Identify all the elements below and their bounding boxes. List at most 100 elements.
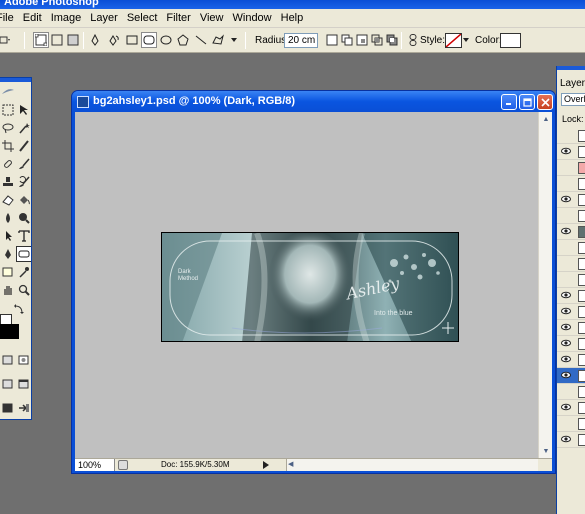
layer-visibility-eye-icon[interactable] — [561, 306, 571, 316]
layer-row[interactable] — [557, 224, 585, 240]
layer-visibility-eye-icon[interactable] — [561, 386, 571, 396]
freeform-pen-icon[interactable] — [106, 32, 122, 48]
color-swatch[interactable] — [500, 33, 521, 48]
eyedropper-tool-icon[interactable] — [16, 264, 31, 280]
style-dropdown-arrow-icon[interactable] — [463, 32, 469, 48]
layer-visibility-eye-icon[interactable] — [561, 370, 571, 380]
scroll-left-icon[interactable]: ◀ — [288, 460, 293, 468]
layers-tab[interactable]: Layers — [560, 78, 585, 89]
layer-row[interactable] — [557, 160, 585, 176]
layer-visibility-eye-icon[interactable] — [561, 274, 571, 284]
full-screen-mode-icon[interactable] — [0, 400, 16, 416]
layer-visibility-eye-icon[interactable] — [561, 178, 571, 188]
layer-row[interactable] — [557, 384, 585, 400]
scroll-down-icon[interactable]: ▼ — [540, 445, 552, 457]
horizontal-scrollbar[interactable]: ◀ — [286, 459, 538, 471]
pen-tool-palette-icon[interactable] — [0, 246, 16, 262]
menu-help[interactable]: Help — [281, 12, 304, 24]
exclude-shape-icon[interactable] — [384, 32, 400, 48]
layer-row[interactable] — [557, 432, 585, 448]
pen-tool-icon[interactable] — [87, 32, 103, 48]
layer-visibility-eye-icon[interactable] — [561, 242, 571, 252]
dodge-tool-icon[interactable] — [16, 210, 31, 226]
brush-tool-icon[interactable] — [16, 156, 31, 172]
layer-visibility-eye-icon[interactable] — [561, 258, 571, 268]
layer-row[interactable] — [557, 352, 585, 368]
rectangle-tool-icon[interactable] — [124, 32, 140, 48]
subtract-shape-icon[interactable] — [354, 32, 370, 48]
polygon-tool-icon[interactable] — [175, 32, 191, 48]
zoom-level-field[interactable]: 100% — [75, 459, 115, 471]
menu-select[interactable]: Select — [127, 12, 158, 24]
menu-image[interactable]: Image — [51, 12, 82, 24]
layer-visibility-eye-icon[interactable] — [561, 418, 571, 428]
scroll-up-icon[interactable]: ▲ — [540, 113, 552, 125]
radius-input[interactable]: 20 cm — [284, 33, 318, 48]
layer-row[interactable] — [557, 240, 585, 256]
quick-mask-mode-icon[interactable] — [16, 352, 31, 368]
layer-visibility-eye-icon[interactable] — [561, 162, 571, 172]
style-none-swatch[interactable] — [445, 33, 462, 48]
layer-row[interactable] — [557, 304, 585, 320]
standard-mode-icon[interactable] — [0, 352, 16, 368]
layer-visibility-eye-icon[interactable] — [561, 194, 571, 204]
blur-tool-icon[interactable] — [0, 210, 16, 226]
history-brush-tool-icon[interactable] — [16, 174, 31, 190]
layer-row[interactable] — [557, 208, 585, 224]
status-menu-arrow-icon[interactable] — [263, 461, 269, 471]
jump-to-imageready-icon[interactable] — [16, 400, 31, 416]
layer-visibility-eye-icon[interactable] — [561, 130, 571, 140]
zoom-tool-icon[interactable] — [16, 282, 31, 298]
clone-stamp-tool-icon[interactable] — [0, 174, 16, 190]
layer-row[interactable] — [557, 368, 585, 384]
line-tool-icon[interactable] — [193, 32, 209, 48]
minimize-button[interactable] — [501, 94, 517, 110]
blend-mode-select[interactable]: Overlay — [561, 93, 585, 106]
paths-button[interactable] — [49, 32, 65, 48]
swap-colors-icon[interactable] — [14, 304, 24, 314]
rounded-rectangle-tool-icon[interactable] — [141, 32, 157, 48]
menu-window[interactable]: Window — [233, 12, 272, 24]
menu-view[interactable]: View — [200, 12, 224, 24]
magic-wand-tool-icon[interactable] — [16, 120, 31, 136]
layer-row[interactable] — [557, 400, 585, 416]
layer-row[interactable] — [557, 192, 585, 208]
layer-visibility-eye-icon[interactable] — [561, 210, 571, 220]
layer-visibility-eye-icon[interactable] — [561, 146, 571, 156]
status-info-icon[interactable] — [118, 460, 128, 470]
menu-file[interactable]: File — [0, 12, 14, 24]
notes-tool-icon[interactable] — [0, 264, 16, 280]
layer-row[interactable] — [557, 336, 585, 352]
layer-row[interactable] — [557, 320, 585, 336]
ellipse-tool-icon[interactable] — [158, 32, 174, 48]
shape-layers-button[interactable] — [33, 32, 49, 48]
lasso-tool-icon[interactable] — [0, 120, 16, 136]
layer-visibility-eye-icon[interactable] — [561, 338, 571, 348]
layer-visibility-eye-icon[interactable] — [561, 322, 571, 332]
path-selection-tool-icon[interactable] — [0, 228, 16, 244]
fill-pixels-button[interactable] — [65, 32, 81, 48]
document-artwork[interactable]: Dark Method Ashley Into the blue — [161, 232, 459, 342]
type-tool-icon[interactable] — [16, 228, 31, 244]
tool-preset-picker[interactable] — [0, 32, 10, 48]
layer-visibility-eye-icon[interactable] — [561, 402, 571, 412]
paint-bucket-tool-icon[interactable] — [16, 192, 31, 208]
layer-row[interactable] — [557, 272, 585, 288]
layer-row[interactable] — [557, 416, 585, 432]
marquee-tool-icon[interactable] — [0, 102, 16, 118]
custom-shape-tool-icon[interactable] — [210, 32, 226, 48]
vertical-scrollbar[interactable]: ▲ ▼ — [538, 112, 552, 458]
slice-tool-icon[interactable] — [16, 138, 31, 154]
feather-logo-icon[interactable] — [0, 84, 16, 100]
standard-screen-mode-icon[interactable] — [0, 376, 16, 392]
layer-row[interactable] — [557, 176, 585, 192]
close-button[interactable] — [537, 94, 553, 110]
eraser-tool-icon[interactable] — [0, 192, 16, 208]
layer-visibility-eye-icon[interactable] — [561, 290, 571, 300]
add-to-shape-icon[interactable] — [339, 32, 355, 48]
move-tool-icon[interactable] — [16, 102, 31, 118]
shape-dropdown-arrow-icon[interactable] — [230, 32, 238, 48]
maximize-button[interactable] — [519, 94, 535, 110]
layer-visibility-eye-icon[interactable] — [561, 354, 571, 364]
layer-row[interactable] — [557, 256, 585, 272]
